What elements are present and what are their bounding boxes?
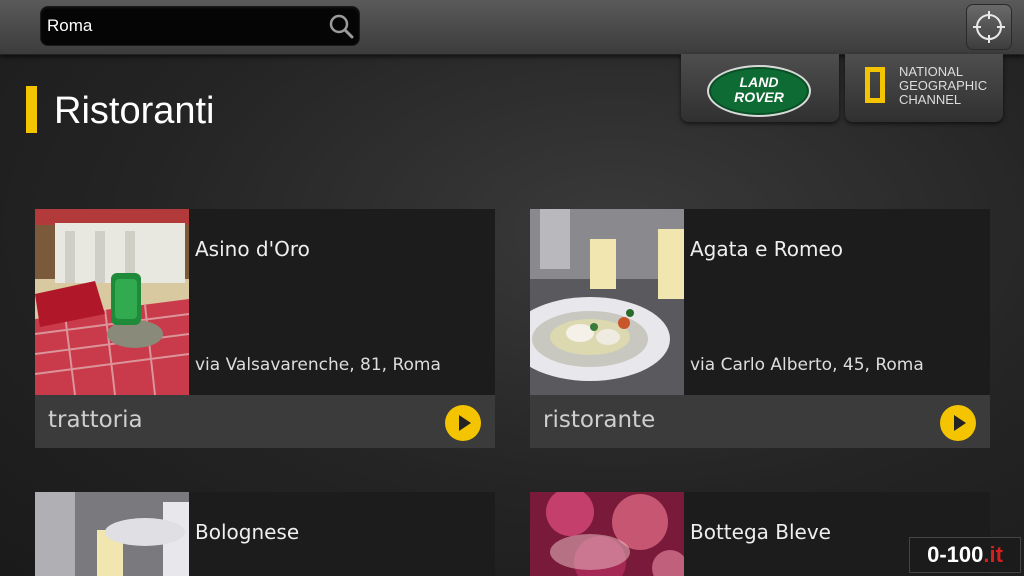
watermark-suffix: .it — [983, 542, 1003, 567]
watermark-logo: 0-100.it — [909, 537, 1021, 573]
search-box[interactable] — [40, 6, 360, 46]
play-icon — [459, 415, 471, 431]
restaurant-photo — [530, 492, 684, 576]
play-icon — [954, 415, 966, 431]
restaurant-category: trattoria — [48, 407, 143, 433]
restaurant-card[interactable]: Asino d'Oro via Valsavarenche, 81, Roma … — [35, 209, 495, 448]
land-rover-logo-line2: ROVER — [734, 89, 784, 105]
restaurant-card[interactable]: Bolognese — [35, 492, 495, 576]
restaurant-name: Agata e Romeo — [690, 237, 844, 261]
watermark-prefix: 0-100 — [927, 542, 984, 567]
crosshair-icon — [973, 11, 1005, 43]
search-icon[interactable] — [327, 12, 355, 40]
page-title: Ristoranti — [54, 90, 215, 132]
natgeo-line1: NATIONAL — [899, 64, 964, 79]
restaurant-card[interactable]: Agata e Romeo via Carlo Alberto, 45, Rom… — [530, 209, 990, 448]
sponsor-national-geographic[interactable]: NATIONAL GEOGRAPHIC CHANNEL — [845, 54, 1003, 122]
natgeo-logo-text: NATIONAL GEOGRAPHIC CHANNEL — [899, 65, 999, 107]
restaurant-footer: ristorante — [530, 395, 990, 448]
restaurant-name: Bolognese — [195, 520, 300, 544]
restaurant-photo — [530, 209, 684, 395]
title-accent-bar — [26, 86, 37, 133]
search-input[interactable] — [47, 7, 317, 45]
restaurant-name: Asino d'Oro — [195, 237, 310, 261]
restaurant-name: Bottega Bleve — [690, 520, 831, 544]
restaurant-footer: trattoria — [35, 395, 495, 448]
land-rover-logo-line1: LAND — [739, 74, 779, 90]
open-restaurant-button[interactable] — [940, 405, 976, 441]
land-rover-logo: LAND ROVER — [707, 65, 811, 117]
locate-button[interactable] — [966, 4, 1012, 50]
restaurant-address: via Carlo Alberto, 45, Roma — [690, 355, 924, 375]
natgeo-line3: CHANNEL — [899, 92, 962, 107]
restaurant-address: via Valsavarenche, 81, Roma — [195, 355, 441, 375]
restaurant-photo — [35, 492, 189, 576]
natgeo-line2: GEOGRAPHIC — [899, 78, 988, 93]
sponsor-land-rover[interactable]: LAND ROVER — [681, 54, 839, 122]
restaurant-photo — [35, 209, 189, 395]
open-restaurant-button[interactable] — [445, 405, 481, 441]
top-bar — [0, 0, 1024, 55]
restaurant-category: ristorante — [543, 407, 656, 433]
natgeo-frame-icon — [865, 67, 885, 103]
